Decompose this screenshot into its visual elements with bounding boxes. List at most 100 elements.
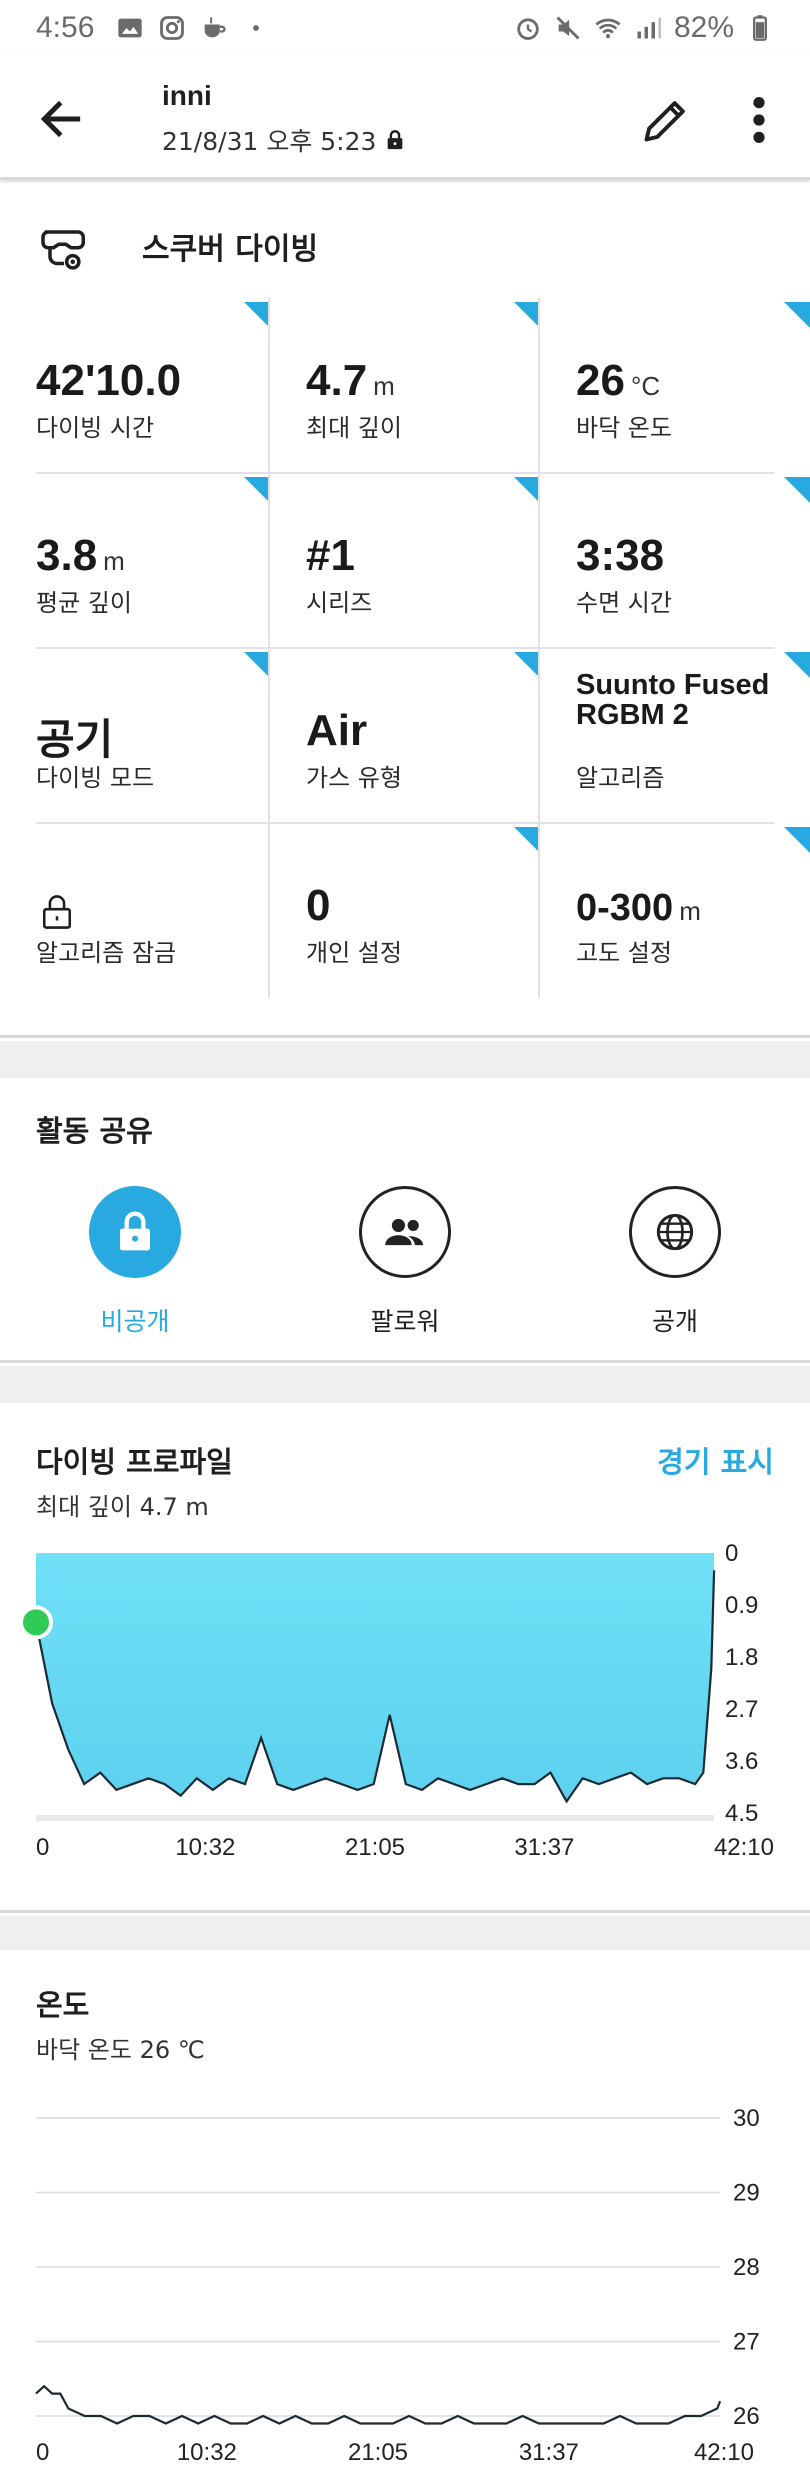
share-followers-circle[interactable] (359, 1186, 451, 1278)
stat-value: 3.8 m (36, 531, 125, 580)
depth-profile-chart[interactable]: 0 0.9 1.8 2.7 3.6 4.5 0 10:32 21:05 31:37 42:10 (0, 1403, 810, 1913)
stat-algorithm-lock[interactable]: 알고리즘 잠금 (0, 823, 270, 998)
battery-percent: 82% (673, 11, 734, 44)
stat-label: 고도 설정 (576, 939, 672, 967)
stat-dive-mode[interactable]: 공기 다이빙 모드 (0, 648, 270, 823)
dot-icon (253, 25, 260, 31)
status-time: 4:56 (36, 11, 95, 44)
section-separator (0, 1366, 810, 1403)
y-tick-label: 4.5 (725, 1800, 758, 1827)
x-tick-label: 42:10 (694, 2439, 754, 2466)
globe-icon (656, 1213, 694, 1251)
grid-divider (36, 647, 774, 649)
x-tick-label: 21:05 (345, 1834, 405, 1861)
y-tick-label: 29 (733, 2180, 760, 2207)
activity-row: 스쿠버 다이빙 (36, 211, 318, 281)
stat-series[interactable]: #1 시리즈 (270, 473, 540, 648)
dive-profile-card: 다이빙 프로파일 경기 표시 최대 깊이 4.7 m 0 0.9 1.8 2.7 3.6… (0, 1403, 810, 1913)
depth-baseline (36, 1815, 714, 1821)
stat-avg-depth[interactable]: 3.8 m 평균 깊이 (0, 473, 270, 648)
y-tick-label: 28 (733, 2254, 760, 2281)
temperature-line (35, 2384, 722, 2425)
stat-label: 가스 유형 (306, 764, 402, 792)
mute-icon (556, 16, 580, 40)
current-position-marker[interactable] (19, 1605, 53, 1640)
stat-label: 시리즈 (306, 589, 373, 617)
signal-icon (637, 17, 661, 39)
y-tick-label: 3.6 (725, 1748, 758, 1775)
stat-label: 최대 깊이 (306, 414, 402, 442)
stat-max-depth[interactable]: 4.7 m 최대 깊이 (270, 298, 540, 473)
section-separator (0, 1041, 810, 1078)
x-tick-label: 21:05 (348, 2439, 408, 2466)
stat-label: 알고리즘 (576, 764, 665, 792)
scuba-icon (41, 230, 85, 270)
share-public-circle[interactable] (629, 1186, 721, 1278)
y-tick-label: 27 (733, 2329, 760, 2356)
y-tick-label: 26 (733, 2403, 760, 2430)
status-bar: 4:56 82% (0, 0, 810, 56)
temperature-card: 온도 바닥 온도 26 ℃ 30 29 28 27 26 0 10:32 21:05 31:37… (0, 1950, 810, 2491)
stat-dive-time[interactable]: 42'10.0 다이빙 시간 (0, 298, 270, 473)
battery-icon (753, 15, 767, 41)
x-tick-label: 0 (36, 2439, 49, 2466)
stat-value: Suunto Fused RGBM 2 (576, 669, 770, 731)
share-private-circle[interactable] (89, 1186, 181, 1278)
back-arrow-icon[interactable] (36, 94, 86, 144)
activity-label: 스쿠버 다이빙 (142, 232, 319, 267)
share-option-label: 팔로워 (370, 1307, 440, 1336)
stat-altitude-setting[interactable]: 0-300 m 고도 설정 (540, 823, 810, 998)
corner-triangle-icon (514, 652, 540, 678)
padlock-icon (42, 895, 72, 929)
stat-label: 다이빙 시간 (36, 414, 155, 442)
section-separator (0, 1916, 810, 1950)
stat-label: 다이빙 모드 (36, 764, 155, 792)
corner-triangle-icon (784, 302, 810, 328)
stat-gas-type[interactable]: Air 가스 유형 (270, 648, 540, 823)
stat-algorithm[interactable]: Suunto Fused RGBM 2 알고리즘 (540, 648, 810, 823)
instagram-icon (160, 16, 185, 40)
stat-surface-time[interactable]: 3:38 수면 시간 (540, 473, 810, 648)
image-icon (118, 18, 143, 38)
page-title: inni (162, 80, 212, 111)
app-bar: inni 21/8/31 오후 5:23 (0, 56, 810, 180)
dive-datetime: 21/8/31 오후 5:23 (162, 127, 377, 156)
share-title: 활동 공유 (36, 1114, 153, 1148)
grid-divider (36, 472, 774, 474)
stat-value: 4.7 m (306, 356, 395, 405)
stat-label: 수면 시간 (576, 589, 672, 617)
stat-personal-setting[interactable]: 0 개인 설정 (270, 823, 540, 998)
corner-triangle-icon (784, 827, 810, 853)
stat-bottom-temp[interactable]: 26 °C 바닥 온도 (540, 298, 810, 473)
x-tick-label: 0 (36, 1834, 49, 1861)
share-option-label: 공개 (651, 1307, 698, 1336)
dive-summary-card: 스쿠버 다이빙 42'10.0 다이빙 시간 4.7 m 최대 깊이 26 °C 바… (0, 183, 810, 1038)
share-public-option[interactable]: 공개 (575, 1186, 775, 1338)
temperature-chart[interactable]: 30 29 28 27 26 0 10:32 21:05 31:37 42:10 (0, 1950, 810, 2491)
corner-triangle-icon (514, 827, 540, 853)
x-tick-label: 10:32 (177, 2439, 237, 2466)
people-icon (385, 1218, 424, 1246)
corner-triangle-icon (514, 477, 540, 503)
x-tick-label: 10:32 (175, 1834, 235, 1861)
stat-value: Air (306, 706, 368, 755)
corner-triangle-icon (244, 302, 270, 328)
activity-share-card: 활동 공유 비공개 팔로워 공개 (0, 1078, 810, 1363)
y-tick-label: 30 (733, 2105, 760, 2132)
y-tick-label: 0 (725, 1540, 738, 1567)
pencil-icon[interactable] (640, 94, 692, 146)
stat-value: 26 °C (576, 356, 661, 405)
wifi-icon (595, 18, 621, 39)
share-private-option[interactable]: 비공개 (35, 1186, 235, 1338)
y-tick-label: 2.7 (725, 1696, 758, 1723)
stat-label: 알고리즘 잠금 (36, 939, 177, 967)
more-vert-icon[interactable] (744, 94, 774, 146)
corner-triangle-icon (784, 652, 810, 678)
y-tick-label: 1.8 (725, 1644, 758, 1671)
stat-value: 3:38 (576, 531, 665, 580)
x-tick-label: 31:37 (519, 2439, 579, 2466)
stat-value: 0 (306, 881, 331, 930)
share-followers-option[interactable]: 팔로워 (305, 1186, 505, 1338)
y-tick-label: 0.9 (725, 1592, 758, 1619)
stat-value: 42'10.0 (36, 356, 182, 405)
